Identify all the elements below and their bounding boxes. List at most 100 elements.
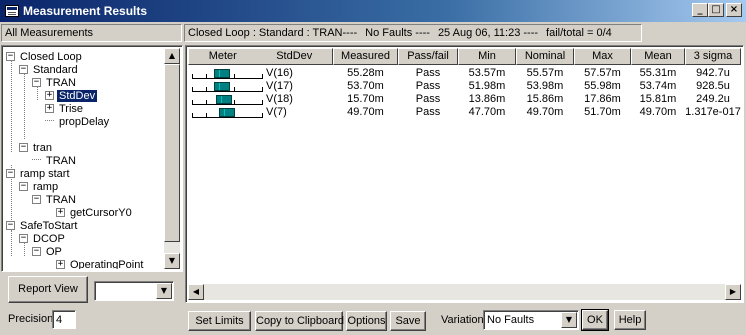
meter-tick [206,100,207,105]
column-header-measured[interactable]: Measured [333,48,398,65]
copy-to-clipboard-button[interactable]: Copy to Clipboard [255,311,344,331]
collapse-toggle-icon[interactable]: − [19,234,28,243]
tree-node-label[interactable]: TRAN [44,155,78,167]
meter-cell: V(16) [188,67,333,80]
meter-axis [192,91,262,92]
scroll-thumb[interactable] [164,64,180,242]
tree-node-closed-loop[interactable]: − Closed Loop [6,50,84,63]
table-horizontal-scrollbar[interactable]: ◀ ▶ [188,284,741,300]
table-row[interactable]: V(7) 49.70m Pass 47.70m 49.70m 51.70m 49.70m 1.… [188,106,741,119]
column-header-min[interactable]: Min [458,48,516,65]
column-header-meter[interactable]: Meter [209,49,237,64]
scroll-left-arrow-icon[interactable]: ◀ [188,284,204,300]
tree-node-label[interactable]: ramp start [18,168,72,180]
scroll-right-arrow-icon[interactable]: ▶ [725,284,741,300]
tree-node-label-selected[interactable]: StdDev [57,89,98,102]
meter-tick [262,87,263,92]
tree-node-ramp-start[interactable]: − ramp start [6,167,72,180]
collapse-toggle-icon[interactable]: − [6,221,15,230]
table-row[interactable]: V(18) 15.70m Pass 13.86m 15.86m 17.86m 15.81m 2… [188,93,741,106]
tree-node-label[interactable]: ramp [31,181,60,193]
window-title: Measurement Results [23,4,148,18]
tree-node-label[interactable]: DCOP [31,233,67,245]
cell-passfail: Pass [415,67,441,79]
tree-node-label[interactable]: Closed Loop [18,51,84,63]
collapse-toggle-icon[interactable]: − [32,247,41,256]
collapse-toggle-icon[interactable]: − [19,182,28,191]
report-view-button[interactable]: Report View [8,276,88,303]
column-header-passfail[interactable]: Pass/fail [398,48,458,65]
cell-max: 51.70m [584,106,621,118]
tree-node-tran-lower[interactable]: − tran [19,141,54,154]
status-line: Closed Loop : Standard : TRAN---- No Faul… [184,24,642,42]
tree-node-tran-leaf[interactable]: TRAN [32,154,78,167]
column-header-mean[interactable]: Mean [631,48,685,65]
save-button[interactable]: Save [390,311,426,331]
table-row[interactable]: V(17) 53.70m Pass 51.98m 53.98m 55.98m 53.74m 9… [188,80,741,93]
collapse-toggle-icon[interactable]: − [19,65,28,74]
precision-input[interactable] [52,310,76,329]
column-header-3sigma[interactable]: 3 sigma [685,48,741,65]
collapse-toggle-icon[interactable]: − [19,143,28,152]
measurement-tree[interactable]: − Closed Loop − Standard − TRAN + StdDev… [1,45,183,272]
tree-node-ramp[interactable]: − ramp [19,180,60,193]
collapse-toggle-icon[interactable]: − [6,52,15,61]
tree-node-label[interactable]: SafeToStart [18,220,79,232]
column-header-meter-name[interactable]: Meter StdDev [188,48,333,65]
meter-tick [234,87,235,92]
tree-node-trise[interactable]: + Trise [45,102,85,115]
tree-node-label[interactable]: propDelay [57,116,111,128]
meter-tick [192,100,193,105]
cell-min: 13.86m [468,93,506,105]
close-button[interactable]: × [726,3,742,17]
scroll-up-arrow-icon[interactable]: ▲ [164,48,180,64]
scroll-down-arrow-icon[interactable]: ▼ [164,253,180,269]
tree-node-ramp-tran[interactable]: − TRAN [32,193,78,206]
tree-node-dcop[interactable]: − DCOP [19,232,67,245]
variation-combo[interactable]: No Faults ▼ [483,310,579,330]
tree-node-label[interactable]: OP [44,246,64,258]
tree-node-safetostart[interactable]: − SafeToStart [6,219,79,232]
tree-node-getcursory0[interactable]: + getCursorY0 [56,206,134,219]
tree-node-tran[interactable]: − TRAN [32,76,78,89]
tree-node-label[interactable]: TRAN [44,194,78,206]
table-row[interactable]: V(16) 55.28m Pass 53.57m 55.57m 57.57m 55.31m 9… [188,67,741,80]
dropdown-arrow-icon[interactable]: ▼ [156,283,172,299]
tree-node-label[interactable]: getCursorY0 [68,207,134,219]
expand-toggle-icon[interactable]: + [45,91,54,100]
cell-passfail: Pass [415,80,441,92]
variation-combo-value: No Faults [487,314,535,326]
meter-cell: V(17) [188,80,333,93]
collapse-toggle-icon[interactable]: − [32,78,41,87]
maximize-button[interactable]: □ [708,3,724,17]
set-limits-button[interactable]: Set Limits [188,311,251,331]
collapse-toggle-icon[interactable]: − [6,169,15,178]
status-timestamp: 25 Aug 06, 11:23 ---- [437,27,539,39]
tree-node-label[interactable]: Standard [31,64,80,76]
tree-node-label[interactable]: Trise [57,103,85,115]
column-header-nominal[interactable]: Nominal [516,48,574,65]
tree-node-propdelay[interactable]: propDelay [45,115,111,128]
tree-vertical-scrollbar[interactable]: ▲ ▼ [164,48,180,269]
collapse-toggle-icon[interactable]: − [32,195,41,204]
expand-toggle-icon[interactable]: + [56,208,65,217]
tree-node-op[interactable]: − OP [32,245,64,258]
expand-toggle-icon[interactable]: + [56,260,65,269]
measurement-name: V(7) [266,106,287,118]
tree-node-stddev[interactable]: + StdDev [45,89,98,102]
help-button[interactable]: Help [614,310,646,330]
tree-node-label[interactable]: tran [31,142,54,154]
tree-node-standard[interactable]: − Standard [19,63,80,76]
report-view-combo[interactable]: ▼ [94,281,174,301]
dropdown-arrow-icon[interactable]: ▼ [561,312,577,328]
ok-button[interactable]: OK [581,309,609,331]
tree-node-label[interactable]: TRAN [44,77,78,89]
tree-node-operatingpoint[interactable]: + OperatingPoint [56,258,145,269]
tree-node-label[interactable]: OperatingPoint [68,259,145,270]
minimize-button[interactable]: _ [692,3,708,17]
column-header-max[interactable]: Max [574,48,631,65]
expand-toggle-icon[interactable]: + [45,104,54,113]
column-header-name[interactable]: StdDev [276,49,312,64]
options-button[interactable]: Options [346,311,387,331]
meter-bar [216,95,233,104]
